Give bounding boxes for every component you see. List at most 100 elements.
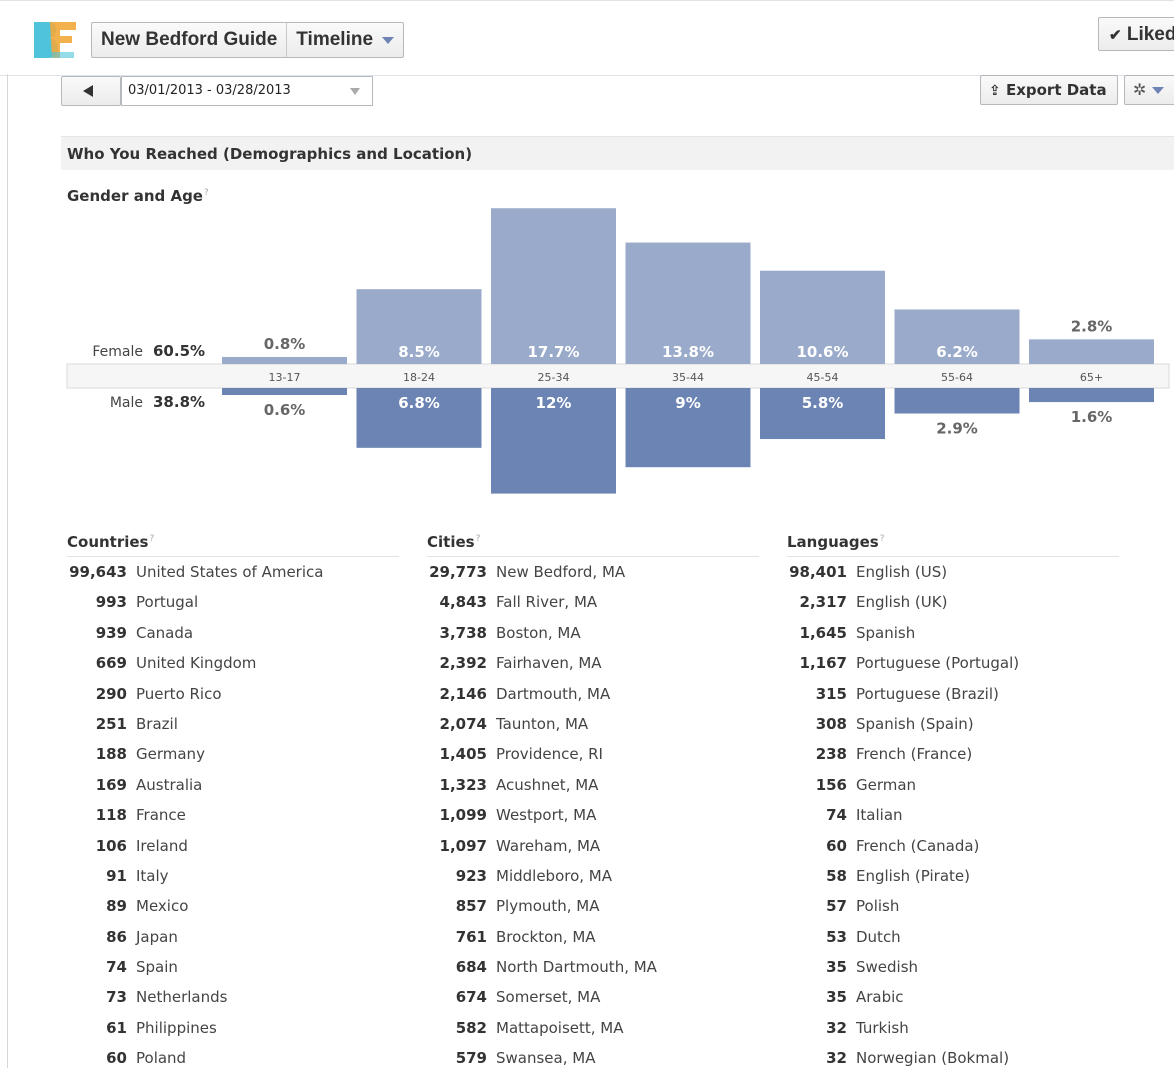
female-value-label: 13.8% xyxy=(662,343,714,361)
list-item-count: 32 xyxy=(826,1049,847,1068)
age-tick-label: 65+ xyxy=(1080,371,1103,384)
list-item: 939 Canada xyxy=(67,623,323,653)
list-item-count: 61 xyxy=(106,1018,127,1037)
list-item: 89 Mexico xyxy=(67,896,323,926)
list-item: 32 Norwegian (Bokmal) xyxy=(787,1048,1019,1078)
cities-heading: Cities? xyxy=(427,528,759,557)
list-item-count: 53 xyxy=(826,927,847,946)
list-item-name: Dutch xyxy=(856,927,901,946)
list-item: 118 France xyxy=(67,805,323,835)
female-bar-25-34[interactable] xyxy=(491,208,616,364)
list-item: 91 Italy xyxy=(67,866,323,896)
list-item-name: Swedish xyxy=(856,958,919,977)
help-icon[interactable]: ? xyxy=(149,534,154,544)
list-item-count: 1,405 xyxy=(439,745,487,764)
age-tick-label: 18-24 xyxy=(403,371,435,384)
list-item: 60 Poland xyxy=(67,1048,323,1078)
list-item-count: 74 xyxy=(826,806,847,825)
list-item-count: 1,645 xyxy=(799,623,847,642)
list-item: 32 Turkish xyxy=(787,1018,1019,1048)
female-value-label: 2.8% xyxy=(1071,317,1113,335)
list-item-count: 89 xyxy=(106,897,127,916)
female-bar-65+[interactable] xyxy=(1029,339,1154,364)
list-item-count: 74 xyxy=(106,958,127,977)
list-item-count: 669 xyxy=(95,654,127,673)
male-bar-65+[interactable] xyxy=(1029,388,1154,403)
list-item-count: 1,099 xyxy=(439,806,487,825)
list-item-name: English (US) xyxy=(856,563,948,581)
list-item-count: 57 xyxy=(826,897,847,916)
list-item: 74 Spain xyxy=(67,957,323,987)
list-item-name: Acushnet, MA xyxy=(496,775,599,794)
list-item-name: Brockton, MA xyxy=(496,927,596,946)
list-item-count: 35 xyxy=(826,988,847,1007)
male-value-label: 6.8% xyxy=(398,394,440,412)
list-item: 684 North Dartmouth, MA xyxy=(427,957,657,987)
list-item-count: 60 xyxy=(106,1049,127,1068)
list-item: 60 French (Canada) xyxy=(787,836,1019,866)
list-item-name: Portuguese (Portugal) xyxy=(856,654,1020,673)
list-item-name: German xyxy=(856,775,917,794)
list-item-name: Somerset, MA xyxy=(496,988,601,1007)
list-item: 2,392 Fairhaven, MA xyxy=(427,653,657,683)
female-value-label: 10.6% xyxy=(796,343,848,361)
age-tick-label: 25-34 xyxy=(538,371,570,384)
list-item: 86 Japan xyxy=(67,927,323,957)
list-item-count: 308 xyxy=(815,714,847,733)
list-item-count: 857 xyxy=(455,897,487,916)
list-item-name: Poland xyxy=(136,1049,187,1068)
list-item-name: Boston, MA xyxy=(496,623,581,642)
list-item-name: Portuguese (Brazil) xyxy=(856,684,999,703)
list-item: 993 Portugal xyxy=(67,592,323,622)
countries-list: 99,643 United States of America 993 Portuga… xyxy=(67,562,323,1079)
list-item-name: Spanish (Spain) xyxy=(856,714,974,733)
list-item-count: 156 xyxy=(815,775,847,794)
list-item: 251 Brazil xyxy=(67,714,323,744)
list-item-count: 169 xyxy=(95,775,127,794)
list-item-count: 29,773 xyxy=(429,563,487,581)
male-value-label: 12% xyxy=(536,394,572,412)
help-icon[interactable]: ? xyxy=(476,534,481,544)
list-item: 315 Portuguese (Brazil) xyxy=(787,684,1019,714)
male-value-label: 9% xyxy=(675,394,700,412)
age-tick-label: 45-54 xyxy=(807,371,839,384)
list-item-name: Swansea, MA xyxy=(496,1049,596,1068)
male-total-label: 38.8% xyxy=(153,393,205,411)
list-item: 57 Polish xyxy=(787,896,1019,926)
help-icon[interactable]: ? xyxy=(880,534,885,544)
list-item-name: Ireland xyxy=(136,836,188,855)
list-item-count: 2,392 xyxy=(439,654,487,673)
list-item-count: 3,738 xyxy=(439,623,487,642)
list-item: 99,643 United States of America xyxy=(67,562,323,592)
list-item-name: Plymouth, MA xyxy=(496,897,600,916)
female-value-label: 0.8% xyxy=(264,335,306,353)
list-item-name: Canada xyxy=(136,623,194,642)
male-value-label: 0.6% xyxy=(264,401,306,419)
list-item-count: 251 xyxy=(95,714,127,733)
list-item-name: Portugal xyxy=(136,593,199,612)
male-legend-label: Male xyxy=(110,395,143,411)
list-item-name: United States of America xyxy=(136,563,324,581)
gender-age-chart: Female 60.5% Male 38.8% 0.8% 0.6% 13-17 8.5… xyxy=(66,208,1170,494)
list-item-name: French (France) xyxy=(856,745,973,764)
list-item: 29,773 New Bedford, MA xyxy=(427,562,657,592)
list-item: 156 German xyxy=(787,775,1019,805)
female-total-label: 60.5% xyxy=(153,342,205,360)
list-item: 58 English (Pirate) xyxy=(787,866,1019,896)
male-bar-55-64[interactable] xyxy=(894,388,1020,414)
list-item-count: 674 xyxy=(455,988,487,1007)
languages-heading: Languages? xyxy=(787,528,1119,557)
list-item: 1,099 Westport, MA xyxy=(427,805,657,835)
list-item: 308 Spanish (Spain) xyxy=(787,714,1019,744)
list-item-count: 35 xyxy=(826,958,847,977)
male-bar-13-17[interactable] xyxy=(222,388,347,395)
list-item: 1,405 Providence, RI xyxy=(427,744,657,774)
list-item: 761 Brockton, MA xyxy=(427,927,657,957)
list-item: 290 Puerto Rico xyxy=(67,684,323,714)
list-item-name: Polish xyxy=(856,897,900,916)
list-item-name: Puerto Rico xyxy=(136,684,222,703)
female-bar-13-17[interactable] xyxy=(222,356,347,364)
list-item-name: English (UK) xyxy=(856,593,948,612)
female-legend-label: Female xyxy=(92,344,143,360)
age-tick-label: 13-17 xyxy=(269,371,301,384)
